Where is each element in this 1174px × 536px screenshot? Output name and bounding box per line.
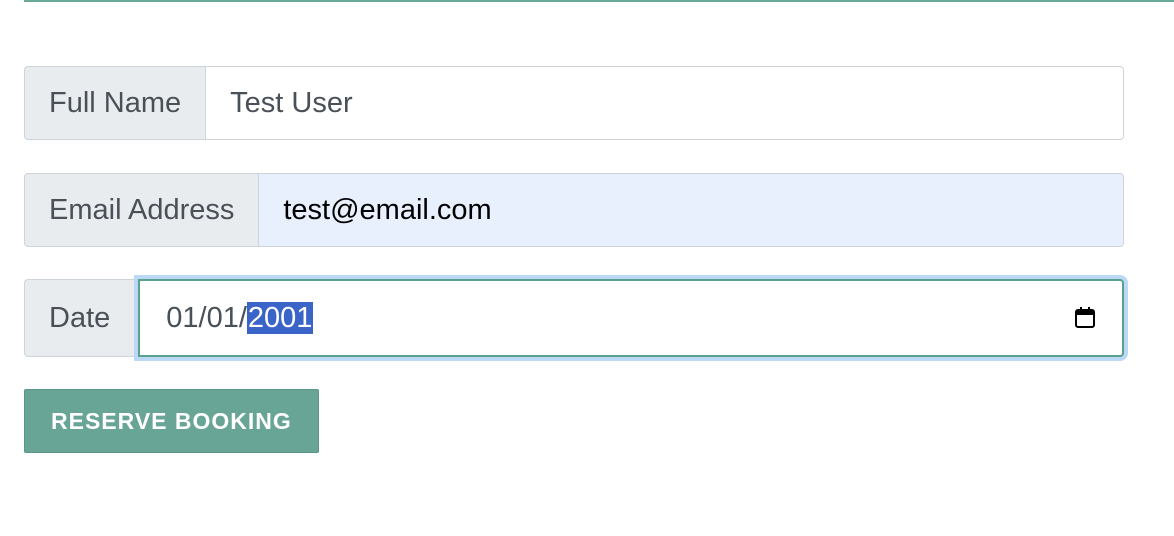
reserve-booking-button[interactable]: RESERVE BOOKING (24, 389, 319, 453)
full-name-value: Test User (230, 86, 353, 119)
full-name-label: Full Name (24, 66, 206, 140)
full-name-group: Full Name Test User (24, 66, 1124, 140)
email-value: test@email.com (283, 193, 492, 226)
email-label: Email Address (24, 173, 259, 247)
date-input[interactable]: 01/01/2001 (138, 279, 1124, 357)
email-group: Email Address test@email.com (24, 173, 1124, 247)
top-divider (24, 0, 1174, 2)
email-input[interactable]: test@email.com (258, 173, 1124, 247)
booking-form: Full Name Test User Email Address test@e… (24, 66, 1124, 453)
full-name-input[interactable]: Test User (205, 66, 1124, 140)
calendar-icon[interactable] (1074, 307, 1096, 329)
date-year-selected[interactable]: 2001 (246, 301, 314, 334)
date-prefix: 01/01/ (166, 301, 247, 334)
date-value: 01/01/2001 (166, 301, 314, 335)
date-group: Date 01/01/2001 (24, 279, 1124, 357)
date-label: Date (24, 279, 135, 357)
